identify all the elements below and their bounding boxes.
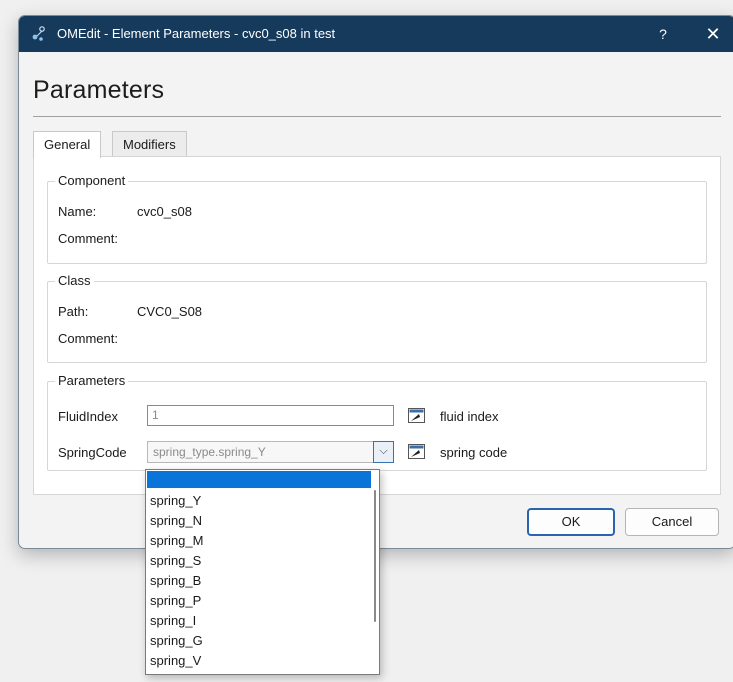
class-comment-label: Comment: bbox=[58, 331, 118, 346]
help-button[interactable]: ? bbox=[649, 22, 677, 46]
tab-modifiers[interactable]: Modifiers bbox=[112, 131, 187, 157]
component-name-label: Name: bbox=[58, 204, 97, 219]
dropdown-option[interactable]: spring_M bbox=[150, 531, 203, 550]
fluid-index-input[interactable]: 1 bbox=[147, 405, 394, 426]
window-title: OMEdit - Element Parameters - cvc0_s08 i… bbox=[57, 26, 336, 41]
close-button[interactable]: ✕ bbox=[699, 22, 727, 46]
fluid-index-value-button-icon[interactable] bbox=[408, 408, 426, 424]
class-path-value: CVC0_S08 bbox=[137, 304, 203, 319]
cancel-button[interactable]: Cancel bbox=[625, 508, 719, 536]
title-bar[interactable]: OMEdit - Element Parameters - cvc0_s08 i… bbox=[19, 16, 733, 52]
dropdown-highlighted-item[interactable] bbox=[147, 471, 371, 488]
general-tab-panel: Component Name: cvc0_s08 Comment: Class … bbox=[33, 156, 721, 495]
dropdown-option[interactable]: spring_B bbox=[150, 571, 201, 590]
parameters-group-title: Parameters bbox=[55, 373, 129, 388]
dropdown-option[interactable]: spring_V bbox=[150, 651, 201, 670]
spring-code-combobox[interactable]: spring_type.spring_Y bbox=[147, 441, 394, 463]
dropdown-option[interactable]: spring_G bbox=[150, 631, 203, 650]
spring-code-dropdown-list: spring_Y spring_N spring_M spring_S spri… bbox=[145, 469, 380, 675]
dropdown-option[interactable]: spring_P bbox=[150, 591, 201, 610]
dropdown-option[interactable]: spring_I bbox=[150, 611, 196, 630]
dropdown-option[interactable]: spring_N bbox=[150, 511, 202, 530]
dropdown-option[interactable]: spring_S bbox=[150, 551, 201, 570]
fluid-index-label: FluidIndex bbox=[58, 409, 118, 424]
chevron-down-icon[interactable]: ⌵ bbox=[373, 441, 394, 463]
spring-code-value-button-icon[interactable] bbox=[408, 444, 426, 460]
omedit-app-icon bbox=[30, 25, 48, 43]
tab-general[interactable]: General bbox=[33, 131, 102, 158]
spring-code-description: spring code bbox=[440, 445, 508, 460]
class-path-label: Path: bbox=[58, 304, 89, 319]
component-comment-label: Comment: bbox=[58, 231, 118, 246]
dropdown-scrollbar[interactable] bbox=[374, 490, 376, 622]
class-group-title: Class bbox=[55, 273, 94, 288]
dropdown-option[interactable]: spring_Y bbox=[150, 491, 201, 510]
parameters-group: Parameters FluidIndex 1 fluid index Spri… bbox=[47, 373, 707, 471]
component-name-value: cvc0_s08 bbox=[137, 204, 192, 219]
ok-button[interactable]: OK bbox=[527, 508, 615, 536]
page-title: Parameters bbox=[33, 76, 165, 104]
spring-code-label: SpringCode bbox=[58, 445, 127, 460]
class-group: Class Path: CVC0_S08 Comment: bbox=[47, 273, 707, 363]
component-group: Component Name: cvc0_s08 Comment: bbox=[47, 173, 707, 264]
component-group-title: Component bbox=[55, 173, 129, 188]
fluid-index-description: fluid index bbox=[440, 409, 499, 424]
heading-divider bbox=[33, 116, 721, 117]
